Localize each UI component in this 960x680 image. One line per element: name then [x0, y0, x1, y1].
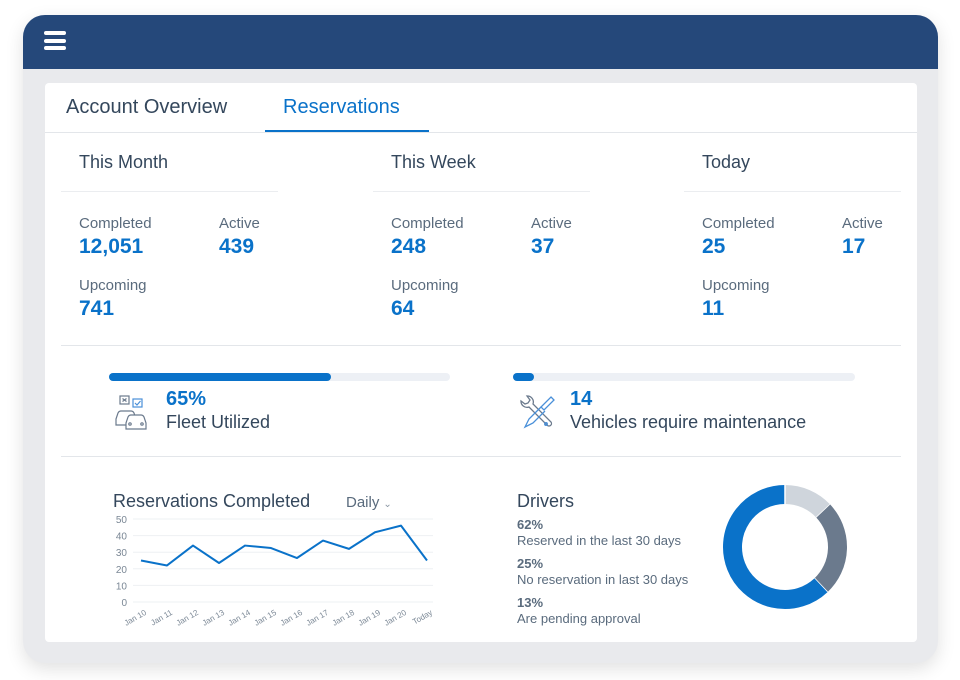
stat-completed: Completed 248	[391, 215, 464, 259]
period-title: This Week	[391, 152, 476, 172]
stat-label: Upcoming	[391, 277, 459, 294]
x-tick-label: Today	[411, 608, 434, 626]
maintenance-metric: 14 Vehicles require maintenance	[570, 388, 806, 433]
dropdown-value: Daily	[346, 494, 380, 511]
fleet-utilization-bar	[109, 373, 450, 381]
stat-completed: Completed 25	[702, 215, 775, 259]
driver-stat-label: Reserved in the last 30 days	[517, 533, 682, 548]
stat-upcoming: Upcoming 11	[702, 277, 770, 321]
maintenance-bar	[513, 373, 855, 381]
x-tick-label: Jan 12	[175, 608, 201, 628]
chart-title: Reservations Completed	[113, 491, 311, 511]
wrench-screwdriver-icon	[520, 395, 555, 429]
x-tick-label: Jan 20	[383, 608, 409, 628]
stat-completed: Completed 12,051	[79, 215, 152, 259]
stat-value: 439	[219, 235, 255, 258]
drivers-title: Drivers	[517, 491, 574, 511]
tab-account-overview[interactable]: Account Overview	[66, 96, 227, 119]
y-tick-label: 30	[116, 548, 128, 559]
y-tick-label: 10	[116, 581, 128, 592]
stat-label: Completed	[702, 215, 775, 232]
x-tick-label: Jan 18	[331, 608, 357, 628]
top-navigation-bar	[23, 15, 938, 69]
divider	[684, 191, 901, 192]
driver-stat-percent: 13%	[517, 595, 544, 610]
stat-value: 37	[531, 235, 555, 258]
stat-label: Upcoming	[79, 277, 147, 294]
y-tick-label: 40	[116, 532, 128, 543]
metric-value: 65%	[166, 388, 207, 410]
divider	[373, 191, 590, 192]
drivers-donut-chart	[723, 485, 847, 609]
driver-stat-label: Are pending approval	[517, 611, 641, 626]
driver-stat: 62% Reserved in the last 30 days	[517, 517, 681, 548]
stat-label: Active	[842, 215, 883, 232]
period-title: Today	[702, 152, 751, 172]
driver-stat-label: No reservation in last 30 days	[517, 572, 689, 587]
active-tab-indicator	[265, 130, 429, 132]
tab-reservations[interactable]: Reservations	[283, 96, 400, 119]
section-divider	[61, 345, 901, 346]
y-tick-label: 0	[121, 598, 127, 609]
x-tick-label: Jan 10	[123, 608, 149, 628]
period-title: This Month	[79, 152, 169, 172]
metric-value: 14	[570, 388, 593, 410]
reservations-line-chart: 01020304050Jan 10 Jan 11 Jan 12 Jan 13 Jan 1…	[116, 515, 434, 628]
fleet-cars-icon	[115, 395, 147, 430]
period-today: Today Completed 25 Active 17 Upcoming 11	[684, 145, 924, 320]
stat-label: Active	[531, 215, 572, 232]
donut-slice	[784, 485, 831, 518]
stat-label: Upcoming	[702, 277, 770, 294]
x-tick-label: Jan 14	[227, 608, 253, 628]
series-line	[140, 524, 428, 567]
stat-value: 12,051	[79, 235, 144, 258]
stat-label: Completed	[391, 215, 464, 232]
x-tick-label: Jan 15	[253, 608, 279, 628]
driver-stat: 13% Are pending approval	[517, 595, 641, 626]
driver-stat: 25% No reservation in last 30 days	[517, 556, 688, 587]
stat-value: 64	[391, 297, 415, 320]
stat-active: Active 37	[531, 215, 572, 259]
donut-slice	[814, 504, 847, 593]
x-tick-label: Jan 19	[357, 608, 383, 628]
x-tick-label: Jan 11	[149, 608, 174, 628]
divider	[61, 191, 278, 192]
x-tick-label: Jan 13	[201, 608, 227, 628]
maintenance-fill	[513, 373, 534, 381]
stat-active: Active 17	[842, 215, 883, 259]
stat-label: Completed	[79, 215, 152, 232]
stat-value: 248	[391, 235, 427, 258]
metric-label: Fleet Utilized	[166, 412, 271, 432]
stat-value: 25	[702, 235, 726, 258]
period-select-dropdown[interactable]: Daily ⌄	[346, 494, 392, 511]
section-divider	[61, 456, 901, 457]
app-frame: Account Overview Reservations This Month…	[23, 15, 938, 663]
stat-upcoming: Upcoming 64	[391, 277, 459, 321]
chevron-down-icon: ⌄	[383, 499, 392, 510]
metric-label: Vehicles require maintenance	[570, 412, 807, 432]
stat-upcoming: Upcoming 741	[79, 277, 147, 321]
stat-value: 17	[842, 235, 866, 258]
y-tick-label: 50	[116, 515, 128, 526]
fleet-utilization-fill	[109, 373, 331, 381]
period-this-month: This Month Completed 12,051 Active 439 U…	[61, 145, 301, 320]
x-tick-label: Jan 16	[279, 608, 305, 628]
stat-active: Active 439	[219, 215, 260, 259]
dashboard-card: Account Overview Reservations This Month…	[45, 83, 917, 642]
stat-value: 741	[79, 297, 115, 320]
x-tick-label: Jan 17	[305, 608, 331, 628]
driver-stat-percent: 62%	[517, 517, 544, 532]
tab-bar: Account Overview Reservations	[45, 83, 917, 133]
hamburger-menu-icon[interactable]	[44, 31, 66, 51]
y-tick-label: 20	[116, 565, 128, 576]
driver-stat-percent: 25%	[517, 556, 544, 571]
stat-label: Active	[219, 215, 260, 232]
fleet-utilized-metric: 65% Fleet Utilized	[166, 388, 270, 433]
period-this-week: This Week Completed 248 Active 37 Upcomi…	[373, 145, 613, 320]
stat-value: 11	[702, 297, 725, 320]
